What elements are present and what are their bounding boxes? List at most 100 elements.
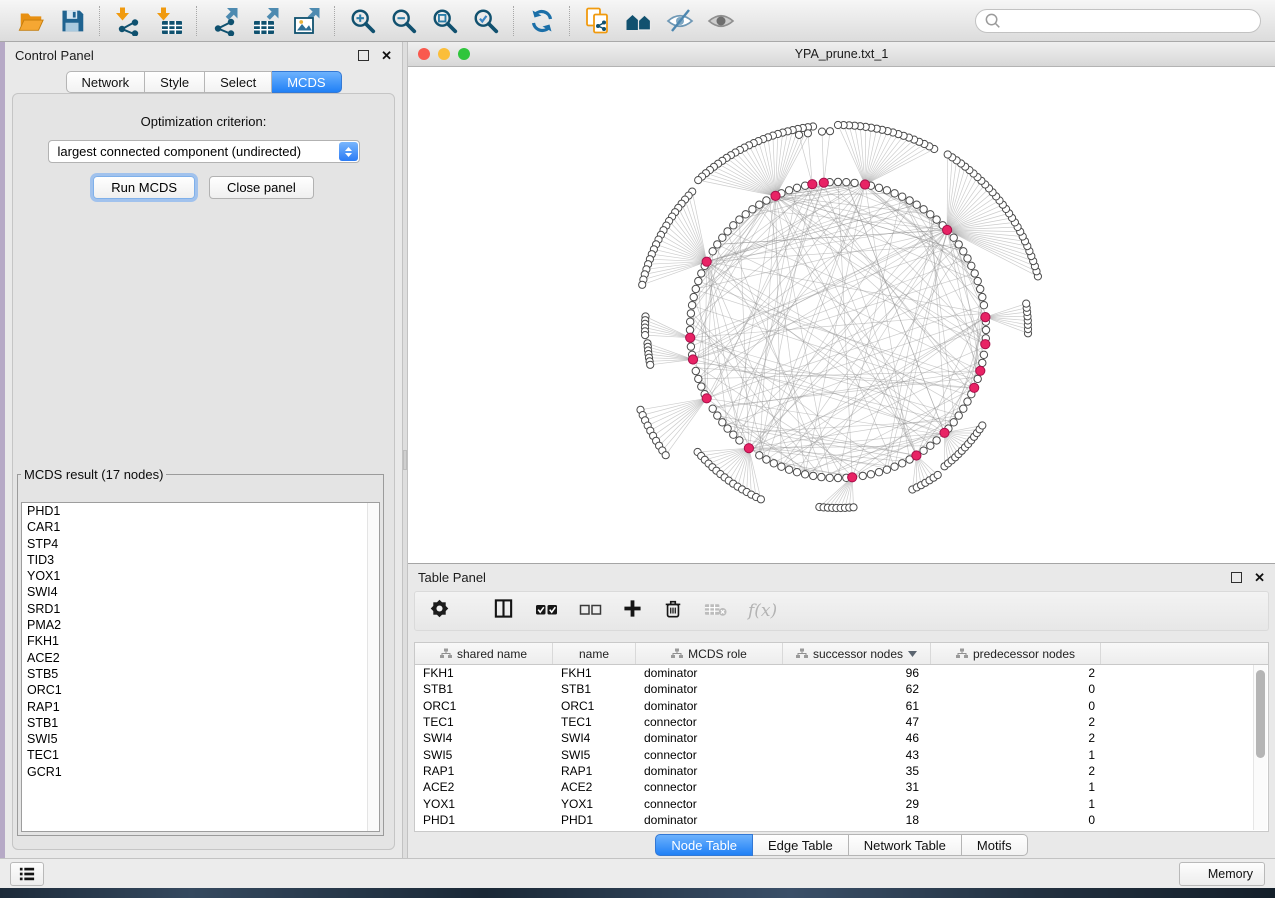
tab-node-table[interactable]: Node Table xyxy=(655,834,753,856)
table-row[interactable]: ACE2ACE2connector311 xyxy=(415,779,1268,795)
mcds-result-item[interactable]: CAR1 xyxy=(22,519,379,535)
mcds-result-item[interactable]: FKH1 xyxy=(22,633,379,649)
table-row[interactable]: SWI5SWI5connector431 xyxy=(415,746,1268,762)
tab-edge-table[interactable]: Edge Table xyxy=(753,834,849,856)
select-all-rows-icon[interactable] xyxy=(535,600,558,623)
mcds-result-item[interactable]: SWI4 xyxy=(22,584,379,600)
toolbar-separator xyxy=(513,6,514,36)
column-settings-icon[interactable] xyxy=(429,598,450,624)
hide-selected-icon[interactable] xyxy=(659,4,700,38)
save-session-icon[interactable] xyxy=(51,4,92,38)
column-header-mcds-role[interactable]: MCDS role xyxy=(636,643,783,664)
table-row[interactable]: YOX1YOX1connector291 xyxy=(415,795,1268,811)
tab-select[interactable]: Select xyxy=(205,71,272,93)
search-icon xyxy=(984,12,1001,29)
export-network-icon[interactable] xyxy=(204,4,245,38)
close-panel-icon[interactable]: ✕ xyxy=(1254,571,1265,584)
add-row-icon[interactable] xyxy=(623,599,642,623)
shared-column-icon xyxy=(440,648,452,659)
mcds-result-list[interactable]: PHD1CAR1STP4TID3YOX1SWI4SRD1PMA2FKH1ACE2… xyxy=(21,502,380,832)
zoom-fit-icon[interactable] xyxy=(424,4,465,38)
table-row[interactable]: TEC1TEC1connector472 xyxy=(415,714,1268,730)
shared-column-icon xyxy=(956,648,968,659)
table-row[interactable]: RAP1RAP1dominator352 xyxy=(415,763,1268,779)
zoom-in-icon[interactable] xyxy=(342,4,383,38)
tab-network[interactable]: Network xyxy=(65,71,145,93)
mcds-result-item[interactable]: STB5 xyxy=(22,666,379,682)
zoom-selected-icon[interactable] xyxy=(465,4,506,38)
table-panel-header: Table Panel ✕ xyxy=(408,564,1275,590)
column-header-predecessor-nodes[interactable]: predecessor nodes xyxy=(931,643,1101,664)
mcds-result-item[interactable]: SWI5 xyxy=(22,731,379,747)
optimization-criterion-select[interactable]: largest connected component (undirected) xyxy=(48,140,360,163)
mcds-result-item[interactable]: ACE2 xyxy=(22,650,379,666)
tab-motifs[interactable]: Motifs xyxy=(962,834,1028,856)
table-row[interactable]: PHD1PHD1dominator180 xyxy=(415,812,1268,828)
clear-row-selection-icon[interactable] xyxy=(579,600,602,623)
control-panel-tabs: Network Style Select MCDS xyxy=(65,71,341,93)
shared-column-icon xyxy=(671,648,683,659)
table-toolbar: f(x) xyxy=(414,591,1269,631)
column-header-name[interactable]: name xyxy=(553,643,636,664)
mcds-result-item[interactable]: GCR1 xyxy=(22,764,379,780)
search-box[interactable] xyxy=(975,9,1261,33)
task-history-button[interactable] xyxy=(10,862,44,886)
import-network-icon[interactable] xyxy=(107,4,148,38)
status-bar: Memory xyxy=(0,858,1275,888)
export-table-icon[interactable] xyxy=(245,4,286,38)
tab-mcds[interactable]: MCDS xyxy=(272,71,341,93)
run-mcds-button[interactable]: Run MCDS xyxy=(93,176,195,199)
table-row[interactable]: ORC1ORC1dominator610 xyxy=(415,698,1268,714)
table-scrollbar-thumb[interactable] xyxy=(1256,670,1265,758)
apply-layout-icon[interactable] xyxy=(521,4,562,38)
delete-rows-icon[interactable] xyxy=(663,598,683,624)
mcds-result-item[interactable]: SRD1 xyxy=(22,601,379,617)
table-scrollbar[interactable] xyxy=(1253,665,1267,830)
new-network-from-selection-icon[interactable] xyxy=(577,4,618,38)
network-window-titlebar[interactable]: YPA_prune.txt_1 xyxy=(408,42,1275,67)
selected-criterion: largest connected component (undirected) xyxy=(58,144,302,159)
float-panel-icon[interactable] xyxy=(358,50,369,61)
close-window-icon[interactable] xyxy=(418,48,430,60)
list-scrollbar[interactable] xyxy=(367,503,379,831)
mcds-result-item[interactable]: TEC1 xyxy=(22,747,379,763)
float-panel-icon[interactable] xyxy=(1231,572,1242,583)
control-panel-title: Control Panel xyxy=(15,48,94,63)
column-header-shared-name[interactable]: shared name xyxy=(415,643,553,664)
table-row[interactable]: STB1STB1dominator620 xyxy=(415,681,1268,697)
network-canvas[interactable] xyxy=(408,67,1275,563)
mcds-result-item[interactable]: STB1 xyxy=(22,715,379,731)
toolbar-separator xyxy=(196,6,197,36)
mcds-result-item[interactable]: RAP1 xyxy=(22,699,379,715)
export-image-icon[interactable] xyxy=(286,4,327,38)
show-columns-icon[interactable] xyxy=(493,598,514,624)
search-input[interactable] xyxy=(1001,13,1252,29)
close-panel-button[interactable]: Close panel xyxy=(209,176,314,199)
table-row[interactable]: FKH1FKH1dominator962 xyxy=(415,665,1268,681)
zoom-out-icon[interactable] xyxy=(383,4,424,38)
import-table-icon[interactable] xyxy=(148,4,189,38)
show-all-icon[interactable] xyxy=(700,4,741,38)
first-neighbors-icon[interactable] xyxy=(618,4,659,38)
mcds-result-item[interactable]: ORC1 xyxy=(22,682,379,698)
mcds-result-item[interactable]: PMA2 xyxy=(22,617,379,633)
mcds-result-item[interactable]: YOX1 xyxy=(22,568,379,584)
tab-network-table[interactable]: Network Table xyxy=(849,834,962,856)
memory-button[interactable]: Memory xyxy=(1179,862,1265,886)
close-panel-icon[interactable]: ✕ xyxy=(381,49,392,62)
divider-grip[interactable] xyxy=(403,450,407,470)
toolbar-separator xyxy=(99,6,100,36)
minimize-window-icon[interactable] xyxy=(438,48,450,60)
window-controls xyxy=(418,48,470,60)
column-header-successor-nodes[interactable]: successor nodes xyxy=(783,643,931,664)
mcds-tab-pane: Optimization criterion: largest connecte… xyxy=(12,93,395,850)
mcds-result-item[interactable]: PHD1 xyxy=(22,503,379,519)
node-table-header: shared name name MCDS role successor nod… xyxy=(415,643,1268,665)
toolbar-separator xyxy=(569,6,570,36)
mcds-result-item[interactable]: STP4 xyxy=(22,536,379,552)
table-row[interactable]: SWI4SWI4dominator462 xyxy=(415,730,1268,746)
open-file-icon[interactable] xyxy=(10,4,51,38)
mcds-result-item[interactable]: TID3 xyxy=(22,552,379,568)
maximize-window-icon[interactable] xyxy=(458,48,470,60)
tab-style[interactable]: Style xyxy=(145,71,205,93)
